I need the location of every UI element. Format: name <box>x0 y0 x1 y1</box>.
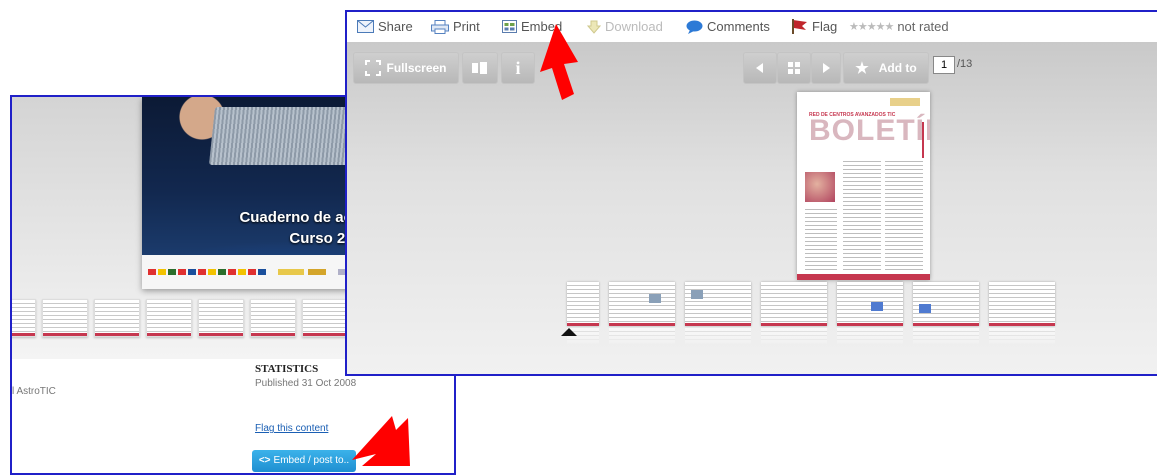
info-button[interactable]: i <box>501 52 535 84</box>
fullscreen-button[interactable]: Fullscreen <box>353 52 459 84</box>
triangle-left-icon <box>756 63 763 73</box>
pages-icon <box>472 62 487 74</box>
share-button[interactable]: Share <box>357 19 413 34</box>
embed-post-button[interactable]: <> Embed / post to.. <box>252 450 356 472</box>
printer-icon <box>431 19 449 34</box>
thumbnail-reflection <box>609 328 675 344</box>
laptop-image <box>208 107 366 165</box>
page-number-input[interactable]: 1 <box>933 56 955 74</box>
thumbnail-pages-8-9[interactable] <box>837 282 903 326</box>
thumbnail[interactable] <box>250 299 296 337</box>
flag-content-link[interactable]: Flag this content <box>255 423 328 434</box>
rating-label: not rated <box>897 19 949 34</box>
next-page-button[interactable] <box>811 52 841 84</box>
thumbnail-pages-2-3[interactable] <box>609 282 675 326</box>
thumbnail-reflection <box>685 328 751 344</box>
published-date: Published 31 Oct 2008 <box>255 378 357 389</box>
pages-view-button[interactable] <box>462 52 498 84</box>
embed-grid-icon <box>502 20 517 33</box>
grid-view-button[interactable] <box>777 52 811 84</box>
page-accent-bar <box>922 122 924 158</box>
comments-button[interactable]: Comments <box>686 19 770 34</box>
download-label: Download <box>605 19 663 34</box>
thumbnail-pages-4-5[interactable] <box>685 282 751 326</box>
current-page[interactable]: RED DE CENTROS AVANZADOS TIC BOLETÍN <box>797 92 930 280</box>
page-footer-bar <box>797 274 930 280</box>
author-label: l AstroTIC <box>12 386 56 397</box>
document-viewer: Share Print Embed Download Comments Flag… <box>345 10 1157 376</box>
viewer-toolbar: Share Print Embed Download Comments Flag… <box>347 12 1157 42</box>
comments-label: Comments <box>707 19 770 34</box>
embed-post-label: Embed / post to.. <box>273 455 350 466</box>
add-to-label: Add to <box>878 61 917 75</box>
statistics-heading: STATISTICS <box>255 363 319 375</box>
thumbnail-pages-6-7[interactable] <box>761 282 827 326</box>
thumbnail-image <box>649 294 661 303</box>
rating-stars[interactable]: ★★★★★ <box>849 20 894 33</box>
speech-bubble-icon <box>686 20 703 34</box>
flag-label: Flag <box>812 19 838 34</box>
page-column <box>805 206 837 270</box>
expand-icon <box>365 60 382 76</box>
add-to-button[interactable]: ★ Add to <box>843 52 929 84</box>
thumbnail-image <box>871 302 883 311</box>
red-arrow-pointer <box>352 416 410 466</box>
print-button[interactable]: Print <box>431 19 480 34</box>
print-label: Print <box>453 19 480 34</box>
thumbnail-reflection <box>837 328 903 344</box>
thumbnail[interactable] <box>12 299 36 337</box>
page-logo <box>890 98 920 106</box>
rating-widget[interactable]: ★★★★★ not rated <box>849 19 949 34</box>
thumbnail[interactable] <box>146 299 192 337</box>
thumbnail[interactable] <box>94 299 140 337</box>
thumbnail[interactable] <box>42 299 88 337</box>
page-total: /13 <box>957 58 973 70</box>
previous-page-button[interactable] <box>743 52 777 84</box>
star-icon: ★ <box>855 60 869 77</box>
envelope-icon <box>357 20 374 33</box>
thumbnail-reflection <box>913 328 979 344</box>
info-icon: i <box>515 57 521 78</box>
download-button[interactable]: Download <box>587 19 663 34</box>
share-label: Share <box>378 19 413 34</box>
page-photo <box>805 172 835 202</box>
thumbnail-reflection <box>761 328 827 344</box>
thumbnail-strip <box>567 282 1067 346</box>
flag-icon <box>792 19 807 34</box>
thumbnail[interactable] <box>302 299 348 337</box>
red-arrow-pointer <box>540 24 578 100</box>
thumbnail-pages-10-11[interactable] <box>913 282 979 326</box>
viewer-stage: Fullscreen i ★ Add to 1 /13 RED DE CENTR… <box>347 42 1157 374</box>
current-page-marker <box>561 328 577 336</box>
code-icon: <> <box>258 455 271 466</box>
page-column <box>843 158 881 270</box>
thumbnail-image <box>919 304 931 313</box>
page-title: BOLETÍN <box>809 114 930 147</box>
page-column <box>885 158 923 270</box>
fullscreen-label: Fullscreen <box>386 61 447 75</box>
thumbnail[interactable] <box>198 299 244 337</box>
thumbnail-reflection <box>989 328 1055 344</box>
flag-button[interactable]: Flag <box>791 19 837 34</box>
thumbnail-pages-12-13[interactable] <box>989 282 1055 326</box>
grid-icon <box>788 62 800 74</box>
triangle-right-icon <box>823 63 830 73</box>
thumbnail-page-1[interactable] <box>567 282 599 326</box>
thumbnail-image <box>691 290 703 299</box>
